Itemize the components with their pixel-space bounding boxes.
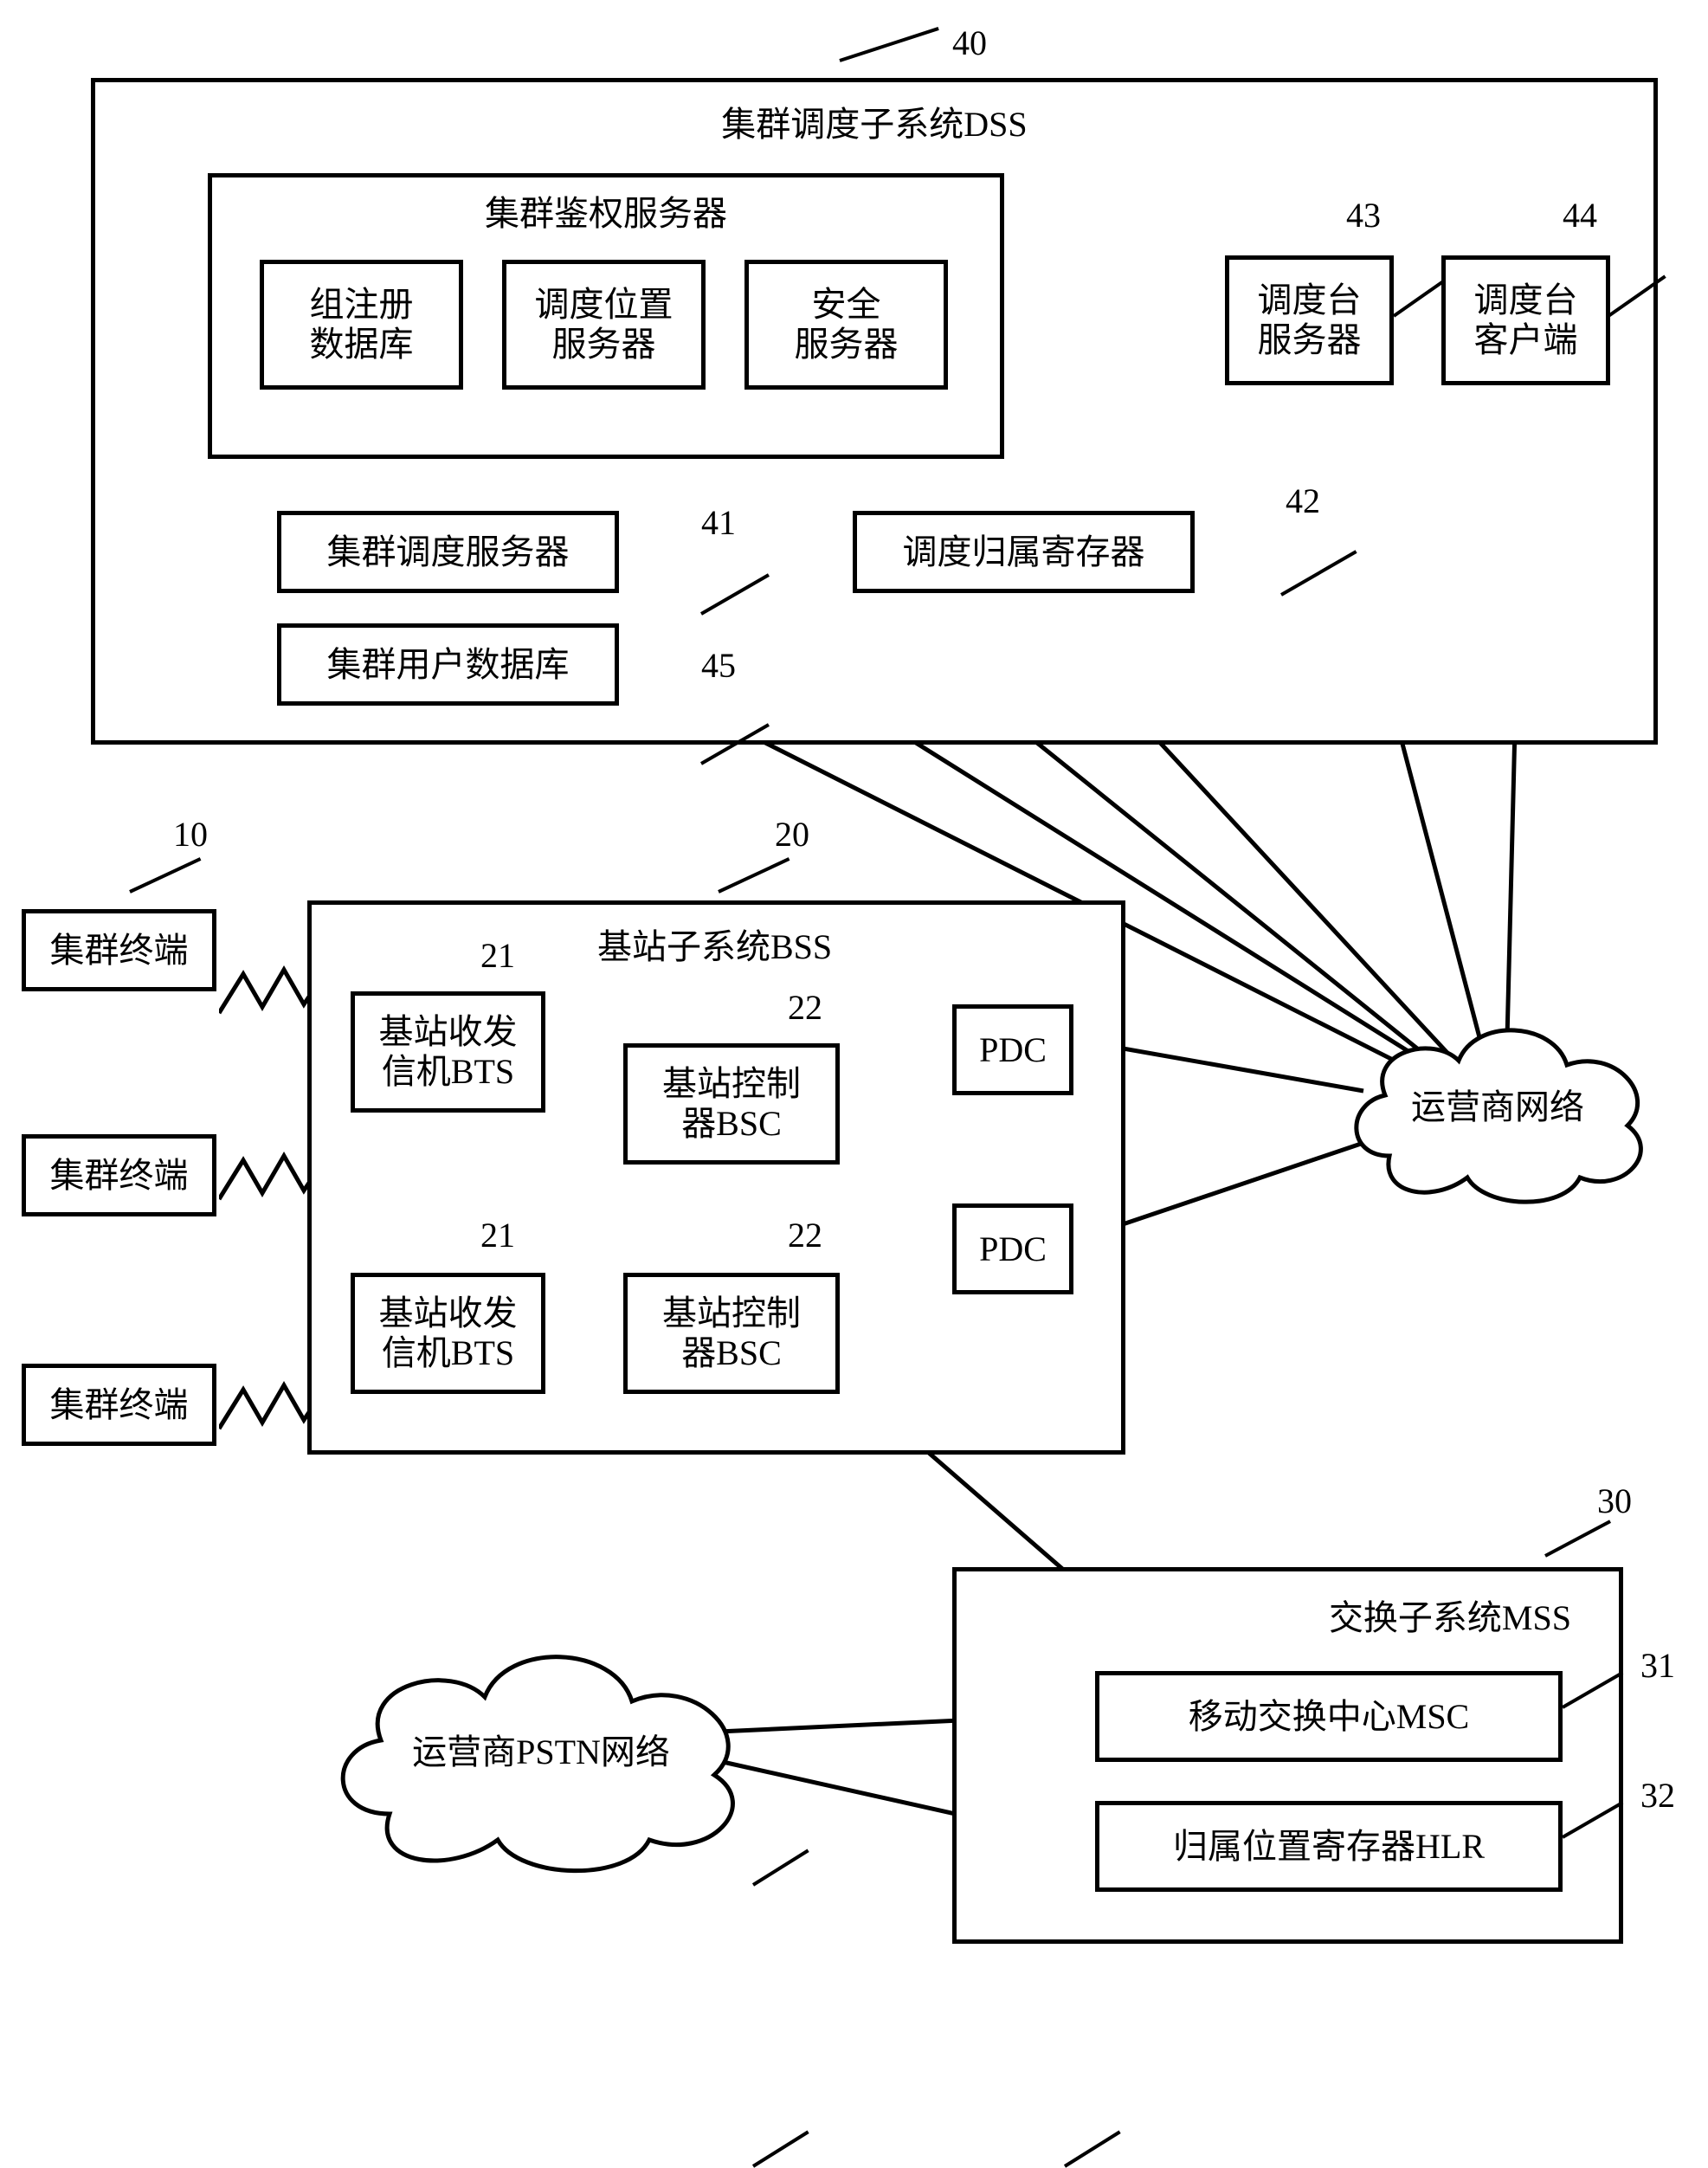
dss-title: 集群调度子系统DSS (95, 104, 1653, 145)
hlr-label: 归属位置寄存器HLR (1099, 1805, 1558, 1887)
ref-22a: 22 (788, 987, 822, 1029)
ref-30: 30 (1597, 1481, 1632, 1522)
dispatch-loc-server-label: 调度位置 服务器 (506, 264, 701, 385)
diagram-canvas: 40 集群调度子系统DSS 集群鉴权服务器 组注册 数据库 调度位置 服务器 安… (0, 0, 1708, 1998)
terminal-3: 集群终端 (22, 1364, 216, 1446)
operator-network-cloud: 运营商网络 (1337, 1000, 1658, 1208)
dispatch-client-label: 调度台 客户端 (1446, 260, 1606, 381)
dispatch-loc-server: 调度位置 服务器 (502, 260, 706, 390)
terminal-3-label: 集群终端 (26, 1368, 212, 1442)
bsc-1-label: 基站控制 器BSC (628, 1048, 835, 1160)
ref-32: 32 (1640, 1775, 1675, 1816)
auth-server-container: 集群鉴权服务器 组注册 数据库 调度位置 服务器 安全 服务器 (208, 173, 1004, 459)
mss-container: 交换子系统MSS 移动交换中心MSC 归属位置寄存器HLR (952, 1567, 1623, 1944)
dispatch-server-label: 调度台 服务器 (1229, 260, 1389, 381)
ref-31: 31 (1640, 1645, 1675, 1687)
msc-label: 移动交换中心MSC (1099, 1675, 1558, 1758)
ref-10: 10 (173, 814, 208, 855)
bts-1: 基站收发 信机BTS (351, 991, 545, 1113)
auth-server-title: 集群鉴权服务器 (212, 193, 1000, 235)
cluster-dispatch-server: 集群调度服务器 (277, 511, 619, 593)
bss-title: 基站子系统BSS (597, 926, 832, 968)
terminal-1-label: 集群终端 (26, 913, 212, 987)
ref-42: 42 (1286, 481, 1320, 522)
ref-45: 45 (701, 645, 736, 687)
security-server-label: 安全 服务器 (749, 264, 944, 385)
pdc-2-label: PDC (957, 1208, 1069, 1290)
bts-1-label: 基站收发 信机BTS (355, 996, 541, 1108)
mss-title: 交换子系统MSS (1329, 1597, 1571, 1639)
bts-2: 基站收发 信机BTS (351, 1273, 545, 1394)
dispatch-home-register-label: 调度归属寄存器 (857, 515, 1190, 589)
group-reg-db-label: 组注册 数据库 (264, 264, 459, 385)
hlr-box: 归属位置寄存器HLR (1095, 1801, 1563, 1892)
dispatch-home-register: 调度归属寄存器 (853, 511, 1195, 593)
dispatch-client-box: 调度台 客户端 (1441, 255, 1610, 385)
operator-network-label: 运营商网络 (1337, 1000, 1658, 1208)
dispatch-server-box: 调度台 服务器 (1225, 255, 1394, 385)
terminal-2-label: 集群终端 (26, 1139, 212, 1212)
ref-22b: 22 (788, 1215, 822, 1256)
ref-20: 20 (775, 814, 809, 855)
group-reg-db: 组注册 数据库 (260, 260, 463, 390)
pstn-cloud: 运营商PSTN网络 (320, 1623, 762, 1874)
pdc-1: PDC (952, 1004, 1073, 1095)
ref-41: 41 (701, 502, 736, 544)
ref-40: 40 (952, 23, 987, 64)
bts-2-label: 基站收发 信机BTS (355, 1277, 541, 1390)
dss-container: 集群调度子系统DSS 集群鉴权服务器 组注册 数据库 调度位置 服务器 安全 服… (91, 78, 1658, 745)
ref-43: 43 (1346, 195, 1381, 236)
ref-21a: 21 (480, 935, 515, 977)
cluster-user-db: 集群用户数据库 (277, 623, 619, 706)
bss-container: 基站子系统BSS 基站收发 信机BTS 21 基站控制 器BSC 22 PDC … (307, 900, 1125, 1455)
pstn-label: 运营商PSTN网络 (320, 1623, 762, 1874)
ref-44: 44 (1563, 195, 1597, 236)
pdc-1-label: PDC (957, 1009, 1069, 1091)
cluster-user-db-label: 集群用户数据库 (281, 628, 615, 701)
pdc-2: PDC (952, 1203, 1073, 1294)
cluster-dispatch-server-label: 集群调度服务器 (281, 515, 615, 589)
bsc-2-label: 基站控制 器BSC (628, 1277, 835, 1390)
msc-box: 移动交换中心MSC (1095, 1671, 1563, 1762)
security-server: 安全 服务器 (744, 260, 948, 390)
ref-21b: 21 (480, 1215, 515, 1256)
bsc-2: 基站控制 器BSC (623, 1273, 840, 1394)
terminal-2: 集群终端 (22, 1134, 216, 1216)
bsc-1: 基站控制 器BSC (623, 1043, 840, 1165)
terminal-1: 集群终端 (22, 909, 216, 991)
